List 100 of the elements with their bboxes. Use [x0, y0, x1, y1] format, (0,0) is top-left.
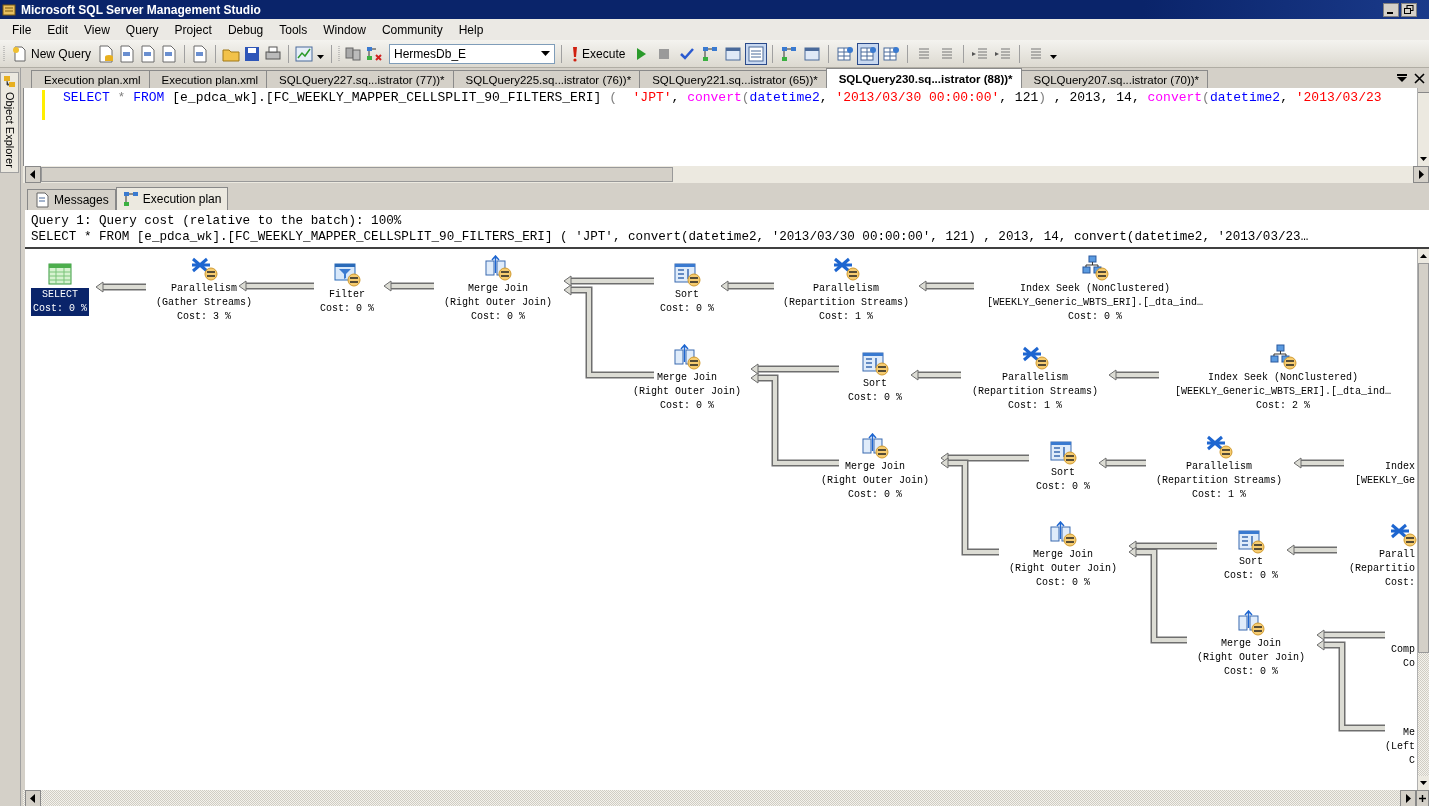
operator-name[interactable]: Merge Join	[1031, 548, 1095, 562]
sort-icon[interactable]	[861, 350, 889, 376]
toolbar-grip[interactable]	[3, 43, 6, 64]
document-tab[interactable]: SQLQuery221.sq...istrator (65))*	[639, 70, 827, 88]
operator-name[interactable]: Merge Join	[1219, 637, 1283, 651]
operator-name[interactable]: Sort	[1049, 466, 1077, 480]
sort-icon[interactable]	[673, 261, 701, 287]
menu-item[interactable]: Project	[166, 20, 220, 39]
restore-button[interactable]	[1401, 2, 1417, 17]
menu-item[interactable]: Tools	[271, 20, 316, 39]
dropdown-icon[interactable]	[1396, 73, 1408, 83]
document-tab[interactable]: Execution plan.xml	[31, 70, 150, 88]
database-dropdown[interactable]: HermesDb_E	[389, 43, 556, 64]
operator-cost: C	[1408, 754, 1416, 768]
operator-name[interactable]: Parall	[1377, 548, 1417, 562]
operator-name[interactable]: Comp	[1389, 643, 1417, 657]
menu-item[interactable]: File	[4, 20, 40, 39]
document-tab[interactable]: SQLQuery207.sq...istrator (70))*	[1020, 70, 1209, 88]
merge-icon[interactable]	[484, 255, 512, 281]
document-icon[interactable]	[118, 44, 137, 63]
operator-name[interactable]: Merge Join	[843, 460, 907, 474]
horizontal-scrollbar[interactable]	[23, 166, 1429, 183]
menu-item[interactable]: Debug	[219, 20, 272, 39]
operator-name[interactable]: Sort	[1237, 555, 1265, 569]
flow-arrow	[918, 280, 974, 292]
new-query-button[interactable]: New Query	[9, 44, 95, 63]
menu-item[interactable]: Help	[450, 20, 492, 39]
merge-icon[interactable]	[673, 344, 701, 370]
flow-arrow	[1286, 544, 1337, 556]
scroll-thumb[interactable]	[1418, 263, 1429, 653]
hierarchy-icon[interactable]	[1269, 344, 1297, 370]
operator-name[interactable]: Sort	[861, 377, 889, 391]
document-tab[interactable]: Execution plan.xml	[148, 70, 268, 88]
operator-cost: Cost: 0 %	[847, 391, 903, 405]
crossed-arrows-icon[interactable]	[832, 255, 860, 281]
document-icon[interactable]	[160, 44, 179, 63]
vertical-scrollbar[interactable]	[1417, 249, 1429, 790]
hierarchy-icon	[122, 191, 139, 207]
merge-icon[interactable]	[1049, 521, 1077, 547]
operator-detail: (Repartition Streams)	[782, 296, 910, 310]
flow-arrow	[910, 369, 961, 381]
crossed-arrows-icon[interactable]	[1389, 521, 1417, 547]
result-tab[interactable]: Messages	[27, 189, 116, 210]
document-tab[interactable]: SQLQuery230.sq...istrator (88))*	[825, 68, 1022, 88]
operator-name[interactable]: Sort	[673, 288, 701, 302]
vertical-scrollbar[interactable]	[1417, 88, 1429, 166]
list-icon[interactable]	[746, 43, 767, 64]
servers-icon[interactable]	[344, 44, 363, 63]
operator-detail: [WEEKLY_Ge	[1354, 474, 1416, 488]
operator-cost: Cost: 0 %	[1223, 665, 1279, 679]
operator-name[interactable]: Index	[1383, 460, 1417, 474]
operator-name[interactable]: Parallelism	[169, 282, 239, 296]
object-explorer-tab[interactable]: Object Explorer	[0, 72, 19, 173]
query-editor[interactable]: SELECT * FROM [e_pdca_wk].[FC_WEEKLY_MAPPER_CELLSPLIT_90_FILTERS_ERI] ( 'JPT', convert(datetime2, '2013/03/30 00:00:00', 121) , 2013, 14, convert(datetime2, '2013/03/23	[23, 88, 1417, 166]
merge-icon[interactable]	[1237, 610, 1265, 636]
crossed-arrows-icon[interactable]	[1205, 433, 1233, 459]
operator-name[interactable]: Filter	[327, 288, 367, 302]
merge-icon[interactable]	[861, 433, 889, 459]
printer-icon[interactable]	[264, 44, 283, 63]
menu-item[interactable]: Edit	[39, 20, 77, 39]
operator-name[interactable]: Merge Join	[466, 282, 530, 296]
crossed-arrows-icon[interactable]	[1021, 344, 1049, 370]
sort-icon[interactable]	[1049, 439, 1077, 465]
document-icon[interactable]	[191, 44, 210, 63]
save-icon[interactable]	[243, 44, 262, 63]
operator-name[interactable]: Parallelism	[1184, 460, 1254, 474]
menu-item[interactable]: View	[76, 20, 118, 39]
hierarchy-icon[interactable]	[365, 44, 384, 63]
operator-name[interactable]: Me	[1401, 726, 1417, 740]
operator-cost: Cost: 2 %	[1255, 399, 1311, 413]
document-icon	[12, 45, 28, 62]
filter-icon[interactable]	[333, 261, 361, 287]
result-tab[interactable]: Execution plan	[115, 187, 229, 210]
table-icon[interactable]	[46, 261, 74, 287]
crossed-arrows-icon[interactable]	[190, 255, 218, 281]
splitter-handle[interactable]	[1418, 88, 1429, 93]
menu-item[interactable]: Window	[315, 20, 374, 39]
operator-name[interactable]: Parallelism	[811, 282, 881, 296]
operator-name[interactable]: Index Seek (NonClustered)	[1018, 282, 1172, 296]
menu-item[interactable]: Community	[373, 20, 451, 39]
operator-name[interactable]: SELECT	[31, 288, 89, 302]
operator-detail: (Right Outer Join)	[632, 385, 742, 399]
operator-cost: Cost: 0 %	[1035, 576, 1091, 590]
grid-icon[interactable]	[858, 43, 879, 64]
flow-arrow	[1108, 369, 1159, 381]
hierarchy-icon[interactable]	[1081, 255, 1109, 281]
scroll-thumb[interactable]	[41, 167, 673, 182]
document-tab[interactable]: SQLQuery227.sq...istrator (77))*	[266, 70, 454, 88]
toolbar-grip[interactable]	[338, 43, 342, 64]
operator-name[interactable]: Index Seek (NonClustered)	[1206, 371, 1360, 385]
execute-button[interactable]: Execute	[568, 44, 629, 63]
menu-item[interactable]: Query	[117, 20, 167, 39]
document-icon[interactable]	[139, 44, 158, 63]
close-icon[interactable]	[1414, 72, 1425, 84]
minimize-button[interactable]	[1383, 2, 1399, 17]
operator-name[interactable]: Parallelism	[1000, 371, 1070, 385]
document-tab[interactable]: SQLQuery225.sq...istrator (76))*	[452, 70, 641, 88]
horizontal-scrollbar[interactable]	[23, 790, 1429, 806]
operator-name[interactable]: Merge Join	[655, 371, 719, 385]
sort-icon[interactable]	[1237, 528, 1265, 554]
